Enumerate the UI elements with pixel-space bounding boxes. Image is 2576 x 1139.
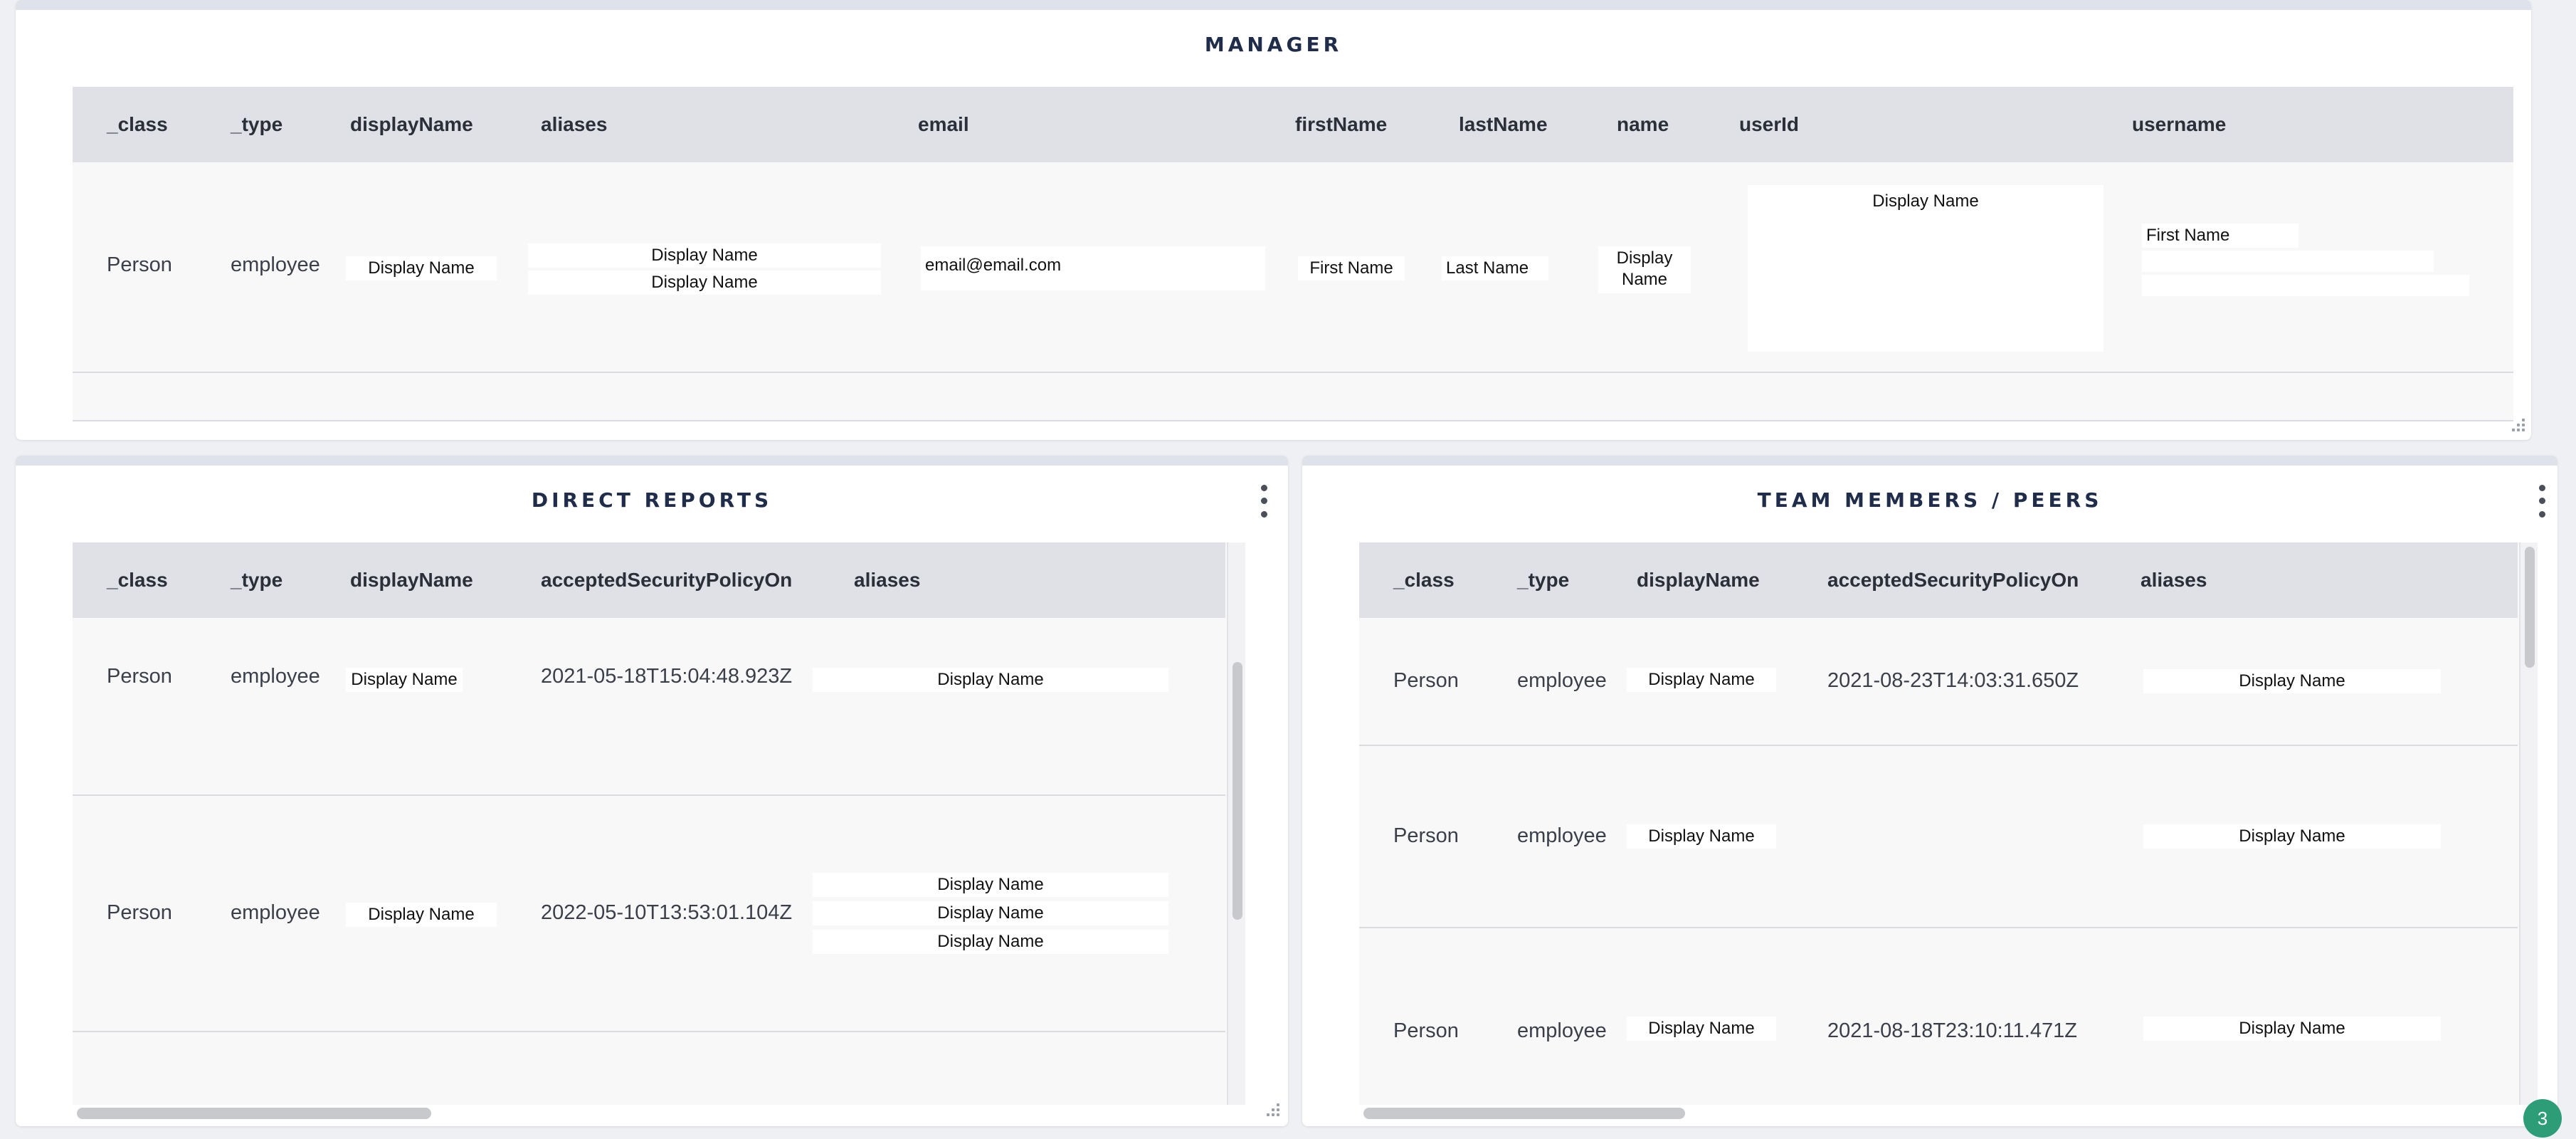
team-members-panel: TEAM MEMBERS / PEERS _class _type displa… [1302, 456, 2557, 1126]
cell-alias-2: Display Name [528, 271, 881, 295]
team-members-grid-header: _class _type displayName acceptedSecurit… [1359, 542, 2518, 618]
cell-type: employee [231, 665, 320, 688]
cell-type: employee [1517, 824, 1607, 847]
table-row-empty [73, 374, 2513, 421]
direct-reports-grid: _class _type displayName acceptedSecurit… [73, 542, 1245, 1105]
column-header-accepted[interactable]: acceptedSecurityPolicyOn [541, 542, 792, 618]
direct-reports-vertical-scroll-thumb[interactable] [1232, 662, 1242, 920]
cell-username: First Name [2142, 224, 2298, 248]
column-header-type[interactable]: _type [1517, 542, 1569, 618]
cell-type: employee [231, 253, 320, 276]
cell-class: Person [107, 665, 172, 688]
direct-reports-grid-header: _class _type displayName acceptedSecurit… [73, 542, 1225, 618]
cell-alias-1: Display Name [813, 668, 1168, 692]
column-header-displayname[interactable]: displayName [350, 87, 473, 162]
cell-accepted: 2021-08-23T14:03:31.650Z [1827, 669, 2079, 692]
column-header-class[interactable]: _class [107, 542, 168, 618]
column-header-type[interactable]: _type [231, 87, 283, 162]
cell-name: Display Name [1616, 248, 1673, 289]
direct-reports-resize-handle-icon[interactable] [1262, 1101, 1282, 1120]
manager-title: MANAGER [1204, 33, 1343, 56]
table-row[interactable]: Person employee Display Name 2021-08-18T… [1359, 930, 2518, 1105]
cell-displayname: Display Name [1627, 824, 1776, 849]
cell-alias-3: Display Name [813, 930, 1168, 954]
cell-alias-1: Display Name [2143, 669, 2441, 693]
cell-alias-1: Display Name [813, 873, 1168, 897]
cell-alias-1: Display Name [2143, 824, 2441, 849]
cell-alias-1: Display Name [2143, 1017, 2441, 1041]
notification-badge[interactable]: 3 [2523, 1099, 2562, 1138]
column-header-userid[interactable]: userId [1739, 87, 1799, 162]
manager-resize-handle-icon[interactable] [2508, 416, 2528, 436]
column-header-name[interactable]: name [1617, 87, 1669, 162]
direct-reports-horizontal-scroll-thumb[interactable] [77, 1108, 431, 1119]
cell-accepted: 2022-05-10T13:53:01.104Z [541, 901, 793, 924]
column-header-username[interactable]: username [2132, 87, 2226, 162]
cell-accepted: 2021-08-18T23:10:11.471Z [1827, 1019, 2077, 1042]
team-members-vertical-scrollbar[interactable] [2519, 542, 2538, 1105]
cell-displayname: Display Name [346, 256, 497, 280]
cell-email: email@email.com [925, 256, 1062, 275]
cell-class: Person [107, 253, 172, 276]
column-header-aliases[interactable]: aliases [854, 542, 920, 618]
cell-class: Person [1393, 669, 1459, 692]
direct-reports-panel: DIRECT REPORTS _class _type displayName … [16, 456, 1288, 1126]
cell-type: employee [1517, 669, 1607, 692]
direct-reports-title: DIRECT REPORTS [531, 488, 773, 512]
cell-class: Person [1393, 1019, 1459, 1042]
column-header-type[interactable]: _type [231, 542, 283, 618]
cell-firstname: First Name [1298, 256, 1405, 280]
table-row[interactable]: Person employee Display Name Display Nam… [1359, 747, 2518, 928]
table-row[interactable]: Person employee Display Name 2022-05-10T… [73, 797, 1225, 1032]
team-members-vertical-scroll-thumb[interactable] [2525, 547, 2535, 668]
cell-displayname: Display Name [346, 903, 497, 927]
cell-type: employee [231, 901, 320, 924]
team-members-more-vertical-icon[interactable] [2532, 481, 2552, 521]
column-header-lastname[interactable]: lastName [1459, 87, 1548, 162]
cell-alias-1: Display Name [528, 243, 881, 268]
direct-reports-vertical-scrollbar[interactable] [1227, 542, 1245, 1105]
cell-alias-2: Display Name [813, 901, 1168, 925]
column-header-class[interactable]: _class [107, 87, 168, 162]
column-header-firstname[interactable]: firstName [1295, 87, 1387, 162]
column-header-accepted[interactable]: acceptedSecurityPolicyOn [1827, 542, 2079, 618]
manager-panel: MANAGER _class _type displayName aliases… [16, 0, 2531, 440]
column-header-aliases[interactable]: aliases [541, 87, 607, 162]
team-members-title: TEAM MEMBERS / PEERS [1757, 488, 2103, 512]
cell-lastname: Last Name [1442, 256, 1548, 280]
team-members-horizontal-scroll-thumb[interactable] [1363, 1108, 1685, 1119]
manager-grid-header: _class _type displayName aliases email f… [73, 87, 2513, 162]
cell-accepted: 2021-05-18T15:04:48.923Z [541, 665, 793, 688]
cell-type: employee [1517, 1019, 1607, 1042]
cell-class: Person [107, 901, 172, 924]
table-row[interactable]: Person employee Display Name 2021-08-23T… [1359, 618, 2518, 746]
cell-class: Person [1393, 824, 1459, 847]
column-header-class[interactable]: _class [1393, 542, 1455, 618]
cell-displayname: Display Name [346, 668, 463, 692]
username-box-2 [2142, 251, 2434, 272]
username-box-3 [2142, 275, 2469, 296]
column-header-email[interactable]: email [918, 87, 969, 162]
cell-userid: Display Name [1872, 191, 1979, 211]
direct-reports-more-vertical-icon[interactable] [1254, 481, 1274, 521]
column-header-displayname[interactable]: displayName [1637, 542, 1760, 618]
column-header-displayname[interactable]: displayName [350, 542, 473, 618]
manager-grid: _class _type displayName aliases email f… [73, 87, 2513, 421]
team-members-grid: _class _type displayName acceptedSecurit… [1359, 542, 2538, 1105]
table-row[interactable]: Person employee Display Name 2021-05-18T… [73, 618, 1225, 796]
column-header-aliases[interactable]: aliases [2140, 542, 2207, 618]
table-row[interactable]: Person employee Display Name Display Nam… [73, 162, 2513, 373]
cell-displayname: Display Name [1627, 668, 1776, 692]
cell-displayname: Display Name [1627, 1017, 1776, 1041]
